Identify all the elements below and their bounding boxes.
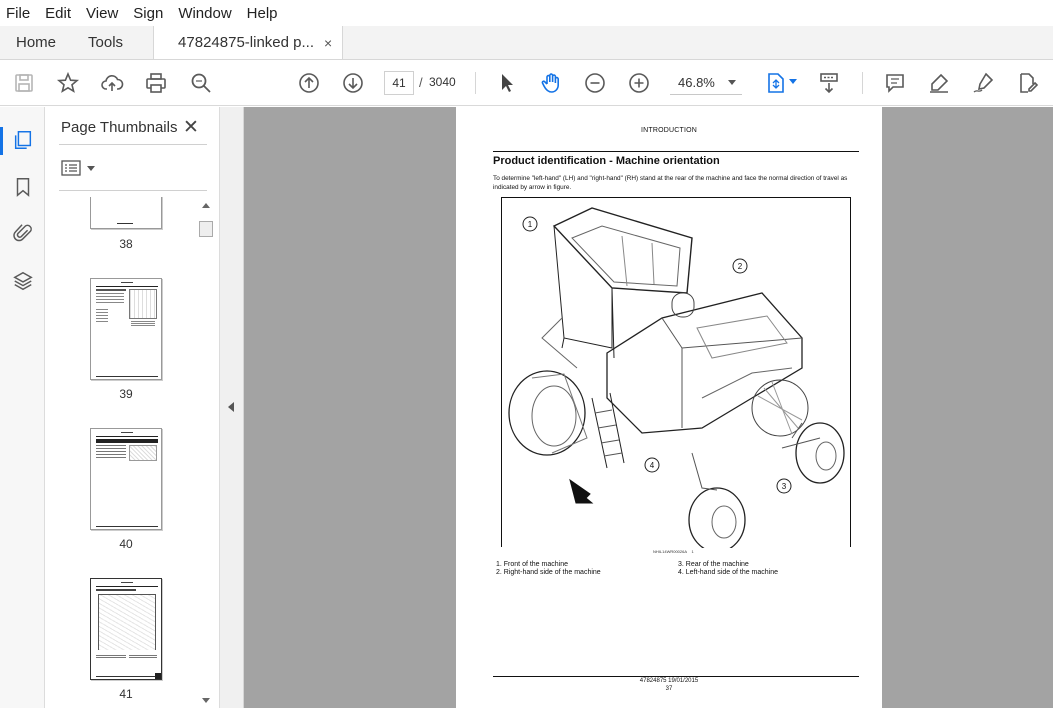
find-icon[interactable]	[187, 69, 215, 97]
machine-illustration: 1 2 3 4	[508, 207, 845, 553]
save-icon[interactable]	[10, 69, 38, 97]
attachments-icon[interactable]	[10, 220, 36, 246]
select-arrow-icon[interactable]	[493, 69, 521, 97]
toolbar-divider	[862, 72, 863, 94]
figure-number: 1	[691, 549, 694, 554]
previous-page-icon[interactable]	[295, 69, 323, 97]
zoom-select[interactable]: 46.8%	[670, 71, 742, 95]
legend-item: 1. Front of the machine	[496, 561, 568, 568]
figure-reference-code: NHIL14WR00026A	[653, 549, 688, 554]
menu-edit[interactable]: Edit	[45, 5, 71, 22]
tab-tools[interactable]: Tools	[72, 26, 139, 59]
toolbar: 41 / 3040 46.8%	[0, 60, 1053, 106]
bookmark-star-icon[interactable]	[54, 69, 82, 97]
print-icon[interactable]	[142, 69, 170, 97]
panel-splitter[interactable]	[220, 107, 244, 708]
thumbnail-number: 39	[119, 387, 133, 401]
page-header: INTRODUCTION	[640, 127, 698, 134]
draw-icon[interactable]	[969, 69, 997, 97]
fit-page-caret-icon[interactable]	[788, 76, 798, 86]
document-viewport[interactable]: INTRODUCTION Product identification - Ma…	[244, 107, 1053, 708]
zoom-out-icon[interactable]	[581, 69, 609, 97]
menu-bar: File Edit View Sign Window Help	[0, 0, 1053, 26]
scroll-mode-icon[interactable]	[815, 69, 843, 97]
page-thumbnails-icon[interactable]	[10, 127, 36, 153]
panel-divider	[59, 190, 207, 191]
next-page-icon[interactable]	[339, 69, 367, 97]
panel-divider	[59, 144, 207, 145]
menu-view[interactable]: View	[86, 5, 118, 22]
hand-icon[interactable]	[537, 69, 565, 97]
thumbnail-page[interactable]	[90, 428, 162, 530]
chevron-down-icon	[728, 80, 736, 85]
highlight-icon[interactable]	[925, 69, 953, 97]
menu-window[interactable]: Window	[178, 5, 231, 22]
scroll-up-icon[interactable]	[202, 203, 210, 208]
callout-4: 4	[650, 461, 655, 470]
page-heading: Product identification - Machine orienta…	[493, 155, 720, 167]
navigation-rail	[0, 107, 45, 708]
zoom-value: 46.8%	[678, 75, 715, 90]
tab-bar: Home Tools 47824875-linked p... ×	[0, 26, 1053, 60]
thumbnail-scrollbar[interactable]	[199, 199, 213, 707]
toolbar-divider	[475, 72, 476, 94]
collapse-panel-icon[interactable]	[228, 402, 234, 412]
intro-text: To determine "left-hand" (LH) and "right…	[493, 175, 848, 191]
zoom-in-icon[interactable]	[625, 69, 653, 97]
thumbnail-page-current[interactable]	[90, 578, 162, 680]
figure-reference: NHIL14WR00026A 1	[653, 549, 694, 554]
legend-item: 4. Left-hand side of the machine	[678, 569, 779, 576]
footer-code: 47824875 19/01/2015	[639, 678, 699, 684]
scroll-thumb[interactable]	[199, 221, 213, 237]
scroll-down-icon[interactable]	[202, 698, 210, 703]
comment-icon[interactable]	[881, 69, 909, 97]
layers-icon[interactable]	[10, 268, 36, 294]
options-list-icon	[61, 160, 81, 176]
thumbnail-number: 41	[119, 687, 133, 701]
fill-sign-icon[interactable]	[1013, 69, 1041, 97]
page-separator: /	[419, 75, 423, 90]
upload-icon[interactable]	[98, 69, 126, 97]
thumbnails-panel: Page Thumbnails ✕ 38 39 40 41	[45, 107, 220, 708]
legend-item: 3. Rear of the machine	[678, 561, 749, 568]
rail-active-indicator	[0, 127, 3, 155]
acrobat-window: File Edit View Sign Window Help Home Too…	[0, 0, 1053, 708]
thumbnail-number: 38	[119, 237, 133, 251]
footer-page-number: 37	[665, 686, 673, 692]
tab-document[interactable]: 47824875-linked p... ×	[153, 26, 344, 59]
thumbnail-options-button[interactable]	[61, 160, 95, 176]
bookmarks-icon[interactable]	[10, 174, 36, 200]
thumbnail-page[interactable]	[90, 197, 162, 229]
tab-close-icon[interactable]: ×	[324, 35, 332, 51]
machine-figure: 1 2 3 4	[501, 197, 851, 553]
page-number-input[interactable]: 41	[384, 71, 414, 95]
tab-document-label: 47824875-linked p...	[178, 34, 314, 51]
callout-2: 2	[738, 262, 743, 271]
footer-rule	[493, 676, 859, 677]
close-icon[interactable]: ✕	[183, 116, 199, 139]
menu-sign[interactable]: Sign	[133, 5, 163, 22]
fit-page-icon[interactable]	[762, 69, 790, 97]
title-rule	[493, 151, 859, 152]
legend-item: 2. Right-hand side of the machine	[496, 569, 601, 576]
page-total: 3040	[429, 75, 456, 89]
chevron-down-icon	[87, 165, 95, 171]
tab-home[interactable]: Home	[0, 26, 72, 59]
document-page: INTRODUCTION Product identification - Ma…	[456, 107, 882, 708]
callout-1: 1	[528, 220, 533, 229]
thumbnail-number: 40	[119, 537, 133, 551]
menu-file[interactable]: File	[6, 5, 30, 22]
menu-help[interactable]: Help	[247, 5, 278, 22]
thumbnail-list: 38 39 40 41	[45, 197, 205, 708]
callout-3: 3	[782, 482, 787, 491]
thumbnail-page[interactable]	[90, 278, 162, 380]
panel-title: Page Thumbnails	[61, 119, 178, 136]
